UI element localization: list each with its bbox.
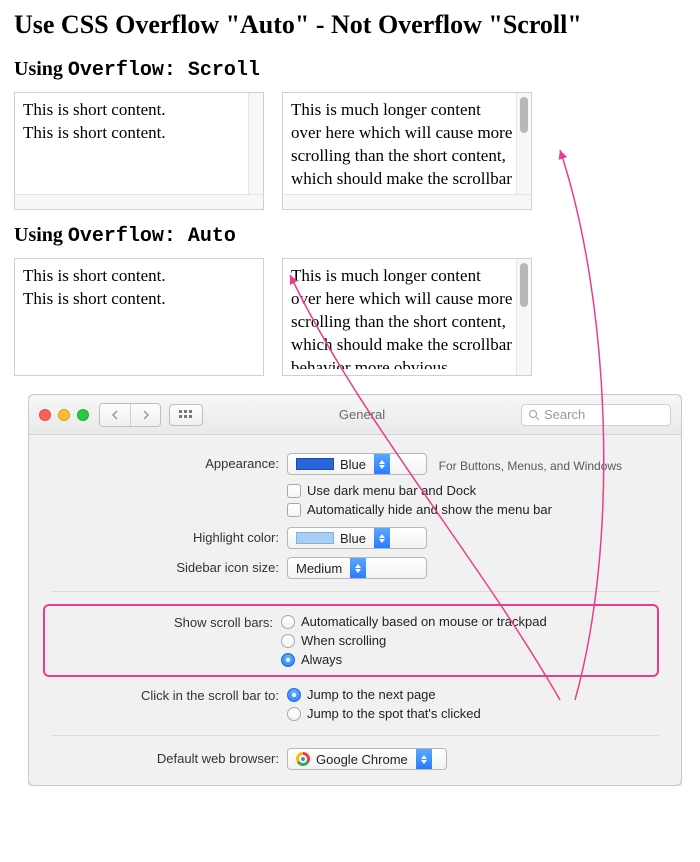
search-input[interactable]: Search [521, 404, 671, 426]
nav-back-forward [99, 403, 161, 427]
blue-swatch-icon [296, 458, 334, 470]
stepper-icon [350, 558, 366, 578]
scrollbar-thumb[interactable] [520, 263, 528, 307]
appearance-select[interactable]: Blue [287, 453, 427, 475]
window-title: General [203, 407, 521, 422]
demo-scroll-short[interactable]: This is short content. This is short con… [14, 92, 264, 210]
dark-menu-checkbox[interactable] [287, 484, 301, 498]
click-spot-label: Jump to the spot that's clicked [307, 706, 481, 721]
stepper-icon [416, 749, 432, 769]
lightblue-swatch-icon [296, 532, 334, 544]
click-nextpage-radio[interactable] [287, 688, 301, 702]
section-auto-heading: Using Overflow: Auto [14, 224, 686, 248]
page-title: Use CSS Overflow "Auto" - Not Overflow "… [14, 10, 686, 40]
default-browser-select[interactable]: Google Chrome [287, 748, 447, 770]
back-button[interactable] [100, 404, 130, 426]
minimize-icon[interactable] [58, 409, 70, 421]
highlight-label: Highlight color: [51, 527, 287, 545]
scrollbars-whenscrolling-label: When scrolling [301, 633, 386, 648]
sidebar-size-label: Sidebar icon size: [51, 557, 287, 575]
stepper-icon [374, 528, 390, 548]
demo-text: This is much longer content over here wh… [291, 265, 513, 369]
demo-scroll-long[interactable]: This is much longer content over here wh… [282, 92, 532, 210]
click-nextpage-label: Jump to the next page [307, 687, 436, 702]
highlight-select[interactable]: Blue [287, 527, 427, 549]
sidebar-size-select[interactable]: Medium [287, 557, 427, 579]
autohide-menu-label: Automatically hide and show the menu bar [307, 502, 552, 517]
scrollbars-label: Show scroll bars: [53, 612, 281, 630]
prefs-window: General Search Appearance: Blue For Butt… [28, 394, 682, 786]
appearance-hint: For Buttons, Menus, and Windows [439, 459, 622, 473]
divider [51, 735, 659, 736]
demo-auto-long[interactable]: This is much longer content over here wh… [282, 258, 532, 376]
scrollbars-auto-radio[interactable] [281, 615, 295, 629]
default-browser-label: Default web browser: [51, 748, 287, 766]
scrollbars-whenscrolling-radio[interactable] [281, 634, 295, 648]
scrollbars-highlight: Show scroll bars: Automatically based on… [43, 604, 659, 677]
section-scroll-heading: Using Overflow: Scroll [14, 58, 686, 82]
demo-auto-short[interactable]: This is short content. This is short con… [14, 258, 264, 376]
zoom-icon[interactable] [77, 409, 89, 421]
autohide-menu-checkbox[interactable] [287, 503, 301, 517]
titlebar: General Search [29, 395, 681, 435]
demo-text: This is much longer content over here wh… [291, 99, 513, 189]
stepper-icon [374, 454, 390, 474]
close-icon[interactable] [39, 409, 51, 421]
scrollbars-auto-label: Automatically based on mouse or trackpad [301, 614, 547, 629]
appearance-label: Appearance: [51, 453, 287, 471]
click-spot-radio[interactable] [287, 707, 301, 721]
divider [51, 591, 659, 592]
scrollbar-thumb[interactable] [520, 97, 528, 133]
dark-menu-label: Use dark menu bar and Dock [307, 483, 476, 498]
demo-text: This is short content. This is short con… [23, 265, 255, 311]
scrollbars-always-radio[interactable] [281, 653, 295, 667]
forward-button[interactable] [130, 404, 160, 426]
chrome-icon [296, 752, 310, 766]
show-all-button[interactable] [169, 404, 203, 426]
demo-text: This is short content. This is short con… [23, 99, 245, 189]
click-scrollbar-label: Click in the scroll bar to: [51, 685, 287, 703]
search-placeholder: Search [544, 407, 585, 422]
scrollbars-always-label: Always [301, 652, 342, 667]
